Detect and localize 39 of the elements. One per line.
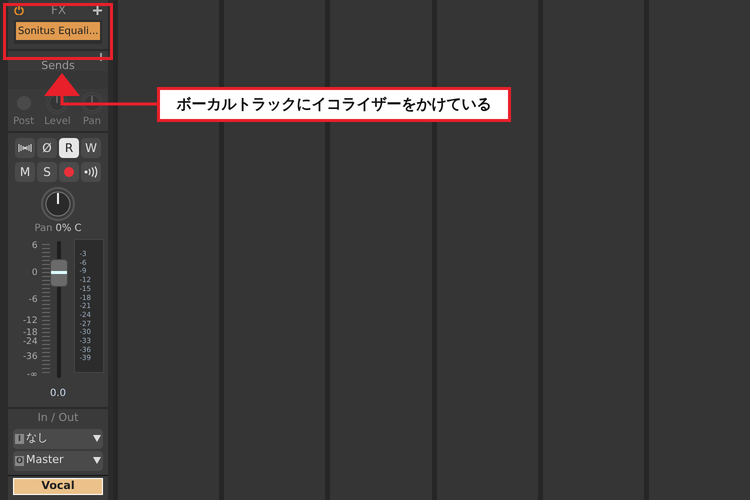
track-button[interactable]: S (37, 162, 57, 182)
send-label: Post (13, 115, 34, 129)
scale-label: -6 (28, 296, 38, 305)
pan-value: 0% C (56, 222, 82, 236)
io-badge: I (15, 434, 24, 444)
io-badge: O (15, 456, 24, 466)
track-button[interactable]: R (59, 138, 79, 158)
track-name[interactable]: Vocal (13, 478, 103, 494)
scale-label: -24 (22, 338, 38, 347)
speaker-waves-icon (84, 166, 98, 178)
track-button[interactable]: M (15, 162, 35, 182)
track-button[interactable] (15, 138, 35, 158)
scale-label: -18 (22, 329, 38, 338)
meter-icon (18, 143, 32, 153)
dropdown-arrow-icon (93, 457, 101, 464)
scale-label: 0 (32, 269, 38, 278)
io-title: In / Out (38, 410, 78, 426)
fader-handle[interactable] (50, 258, 68, 286)
pan-label: Pan (34, 222, 52, 236)
scale-label: -∞ (26, 371, 38, 380)
add-icon[interactable] (93, 6, 102, 14)
scale-label: -36 (22, 353, 38, 362)
scale-label: -12 (22, 317, 38, 326)
track-button[interactable] (59, 162, 79, 182)
dropdown-arrow-icon (93, 435, 101, 442)
send-label: Pan (82, 115, 101, 129)
record-icon (64, 167, 74, 177)
io-dropdown[interactable]: I なし (13, 428, 103, 448)
knob[interactable] (41, 187, 75, 221)
track-button[interactable]: Ø (37, 138, 57, 158)
scale-label: 6 (32, 242, 38, 251)
send-label: Level (44, 115, 71, 129)
plugin-slot[interactable]: Sonitus Equali... (16, 22, 100, 40)
track-button[interactable] (81, 162, 101, 182)
sends-title: Sends (41, 60, 75, 72)
fader-reading: 0.0 (50, 387, 66, 401)
track-button[interactable]: W (81, 138, 101, 158)
io-dropdown[interactable]: O Master (13, 450, 103, 470)
power-icon[interactable] (14, 5, 24, 15)
